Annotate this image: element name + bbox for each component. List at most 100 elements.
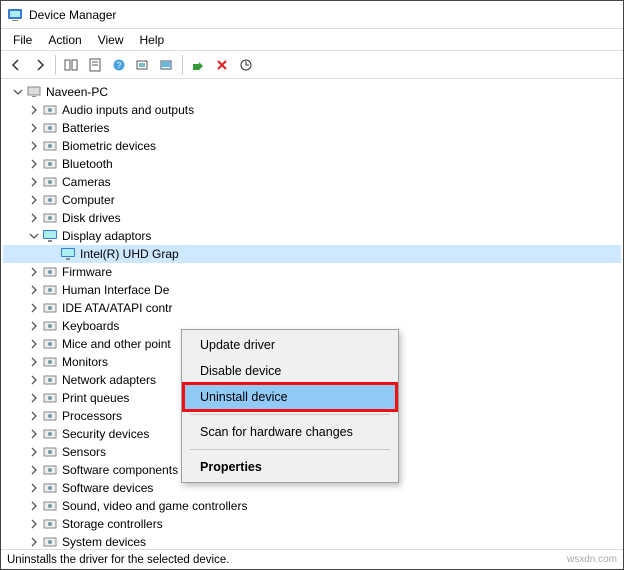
forward-button[interactable] [29,54,51,76]
tree-category[interactable]: System devices [3,533,621,549]
tree-category[interactable]: Bluetooth [3,155,621,173]
computer-icon [26,84,42,100]
scan-hardware-button[interactable] [235,54,257,76]
category-label: Batteries [62,121,109,135]
tree-category[interactable]: Disk drives [3,209,621,227]
tree-category[interactable]: Storage controllers [3,515,621,533]
expander-icon[interactable] [27,103,41,117]
menu-file[interactable]: File [5,31,40,49]
expander-icon[interactable] [27,229,41,243]
menu-bar: File Action View Help [1,29,623,51]
device-category-icon [42,408,58,424]
device-category-icon [42,480,58,496]
expander-icon[interactable] [27,337,41,351]
window-title: Device Manager [29,8,116,22]
device-category-icon [42,264,58,280]
svg-text:?: ? [117,61,122,70]
category-label: IDE ATA/ATAPI contr [62,301,172,315]
cm-scan-hardware[interactable]: Scan for hardware changes [184,419,396,445]
tree-category[interactable]: Firmware [3,263,621,281]
device-category-icon [42,336,58,352]
category-label: Software components [62,463,178,477]
show-hide-console-button[interactable] [60,54,82,76]
cm-uninstall-device[interactable]: Uninstall device [184,384,396,410]
expander-icon[interactable] [27,319,41,333]
cm-disable-device[interactable]: Disable device [184,358,396,384]
device-category-icon [42,516,58,532]
toolbar: ? [1,51,623,79]
expander-icon[interactable] [27,283,41,297]
category-label: Biometric devices [62,139,156,153]
context-menu: Update driver Disable device Uninstall d… [181,329,399,483]
back-button[interactable] [5,54,27,76]
tree-category[interactable]: Sound, video and game controllers [3,497,621,515]
tree-category[interactable]: Computer [3,191,621,209]
category-label: Mice and other point [62,337,171,351]
device-category-icon [42,390,58,406]
expander-icon[interactable] [27,445,41,459]
tree-category[interactable]: Audio inputs and outputs [3,101,621,119]
category-label: System devices [62,535,146,549]
category-label: Firmware [62,265,112,279]
category-label: Network adapters [62,373,156,387]
tree-category[interactable]: IDE ATA/ATAPI contr [3,299,621,317]
cm-properties[interactable]: Properties [184,454,396,480]
expander-icon[interactable] [27,211,41,225]
expander-icon[interactable] [27,391,41,405]
expander-icon[interactable] [27,535,41,549]
expander-icon[interactable] [27,121,41,135]
status-text: Uninstalls the driver for the selected d… [7,554,229,566]
cm-update-driver[interactable]: Update driver [184,332,396,358]
expander-icon[interactable] [27,355,41,369]
device-category-icon [42,444,58,460]
tree-category[interactable]: Biometric devices [3,137,621,155]
device-tree[interactable]: Naveen-PCAudio inputs and outputs Batteri… [1,79,623,549]
update-driver-button[interactable] [156,54,178,76]
tree-device-selected[interactable]: Intel(R) UHD Grap [3,245,621,263]
expander-icon[interactable] [27,139,41,153]
properties-button[interactable] [84,54,106,76]
tree-root-node[interactable]: Naveen-PC [3,83,621,101]
tree-category[interactable]: Human Interface De [3,281,621,299]
category-label: Sound, video and game controllers [62,499,247,513]
menu-action[interactable]: Action [40,31,89,49]
device-category-icon [42,300,58,316]
menu-help[interactable]: Help [132,31,173,49]
expander-icon[interactable] [27,427,41,441]
device-category-icon [42,282,58,298]
device-manager-window: Device Manager File Action View Help ? N… [0,0,624,570]
category-label: Display adaptors [62,229,151,243]
app-icon [7,7,23,23]
expander-icon[interactable] [11,85,25,99]
expander-icon[interactable] [27,463,41,477]
tree-category[interactable]: Display adaptors [3,227,621,245]
cm-separator [190,449,390,450]
category-label: Security devices [62,427,149,441]
menu-view[interactable]: View [90,31,132,49]
uninstall-button[interactable] [211,54,233,76]
expander-icon[interactable] [27,481,41,495]
expander-icon[interactable] [27,409,41,423]
tree-category[interactable]: Cameras [3,173,621,191]
category-label: Cameras [62,175,111,189]
expander-icon[interactable] [27,157,41,171]
expander-icon[interactable] [27,193,41,207]
expander-icon[interactable] [27,265,41,279]
help-button[interactable]: ? [108,54,130,76]
category-label: Keyboards [62,319,119,333]
category-label: Disk drives [62,211,121,225]
expander-icon[interactable] [27,175,41,189]
category-label: Storage controllers [62,517,163,531]
scan-button[interactable] [132,54,154,76]
device-category-icon [42,174,58,190]
expander-icon[interactable] [27,301,41,315]
device-category-icon [42,462,58,478]
tree-category[interactable]: Batteries [3,119,621,137]
device-category-icon [42,192,58,208]
enable-button[interactable] [187,54,209,76]
category-label: Monitors [62,355,108,369]
expander-icon[interactable] [27,499,41,513]
device-category-icon [42,156,58,172]
expander-icon[interactable] [27,373,41,387]
expander-icon[interactable] [27,517,41,531]
